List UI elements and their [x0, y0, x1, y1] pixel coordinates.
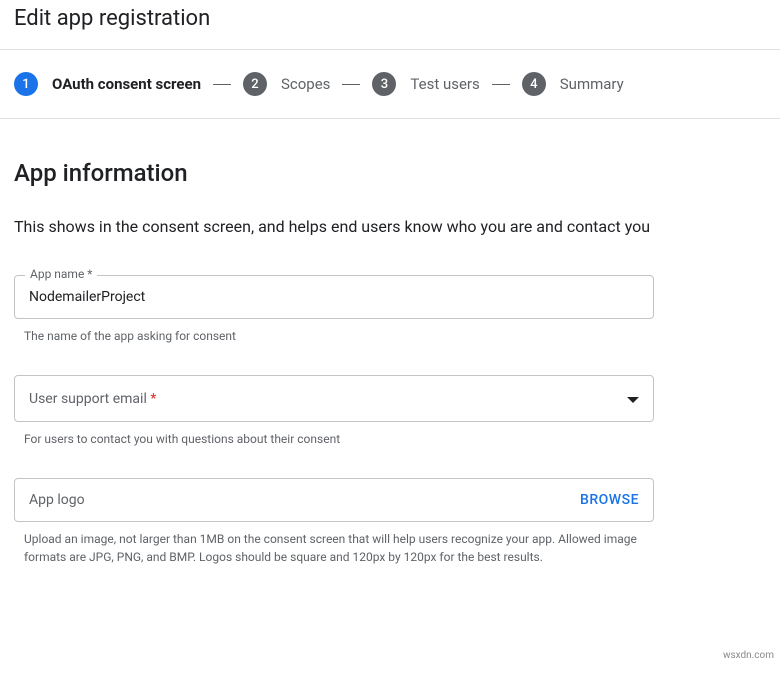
field-app-logo: App logo BROWSE Upload an image, not lar…: [14, 478, 654, 566]
step-test-users[interactable]: 3 Test users: [372, 72, 479, 96]
step-number-4: 4: [522, 72, 546, 96]
step-connector: [342, 84, 360, 85]
step-number-1: 1: [14, 72, 38, 96]
section-app-information: App information This shows in the consen…: [0, 119, 780, 606]
app-name-input-container[interactable]: App name *: [14, 275, 654, 319]
app-name-input[interactable]: [29, 289, 639, 305]
step-summary[interactable]: 4 Summary: [522, 72, 624, 96]
app-logo-placeholder: App logo: [29, 492, 85, 508]
app-name-helper: The name of the app asking for consent: [14, 327, 654, 345]
step-label-3: Test users: [410, 75, 479, 93]
section-heading: App information: [14, 159, 766, 187]
step-label-1: OAuth consent screen: [52, 75, 201, 93]
watermark: wsxdn.com: [723, 650, 774, 661]
app-logo-input-container[interactable]: App logo BROWSE: [14, 478, 654, 522]
app-name-label: App name *: [25, 267, 97, 281]
step-label-4: Summary: [560, 75, 624, 93]
field-support-email: User support email * For users to contac…: [14, 375, 654, 448]
step-connector: [492, 84, 510, 85]
support-email-helper: For users to contact you with questions …: [14, 430, 654, 448]
field-app-name: App name * The name of the app asking fo…: [14, 275, 654, 345]
browse-button[interactable]: BROWSE: [580, 492, 639, 508]
step-oauth-consent[interactable]: 1 OAuth consent screen: [14, 72, 201, 96]
step-scopes[interactable]: 2 Scopes: [243, 72, 330, 96]
support-email-placeholder: User support email *: [29, 391, 156, 407]
chevron-down-icon: [627, 389, 639, 408]
step-connector: [213, 84, 231, 85]
step-number-3: 3: [372, 72, 396, 96]
step-label-2: Scopes: [281, 75, 330, 93]
app-logo-helper: Upload an image, not larger than 1MB on …: [14, 530, 654, 566]
stepper: 1 OAuth consent screen 2 Scopes 3 Test u…: [0, 50, 780, 119]
support-email-select[interactable]: User support email *: [14, 375, 654, 422]
step-number-2: 2: [243, 72, 267, 96]
section-description: This shows in the consent screen, and he…: [14, 215, 654, 239]
page-title: Edit app registration: [0, 0, 780, 50]
